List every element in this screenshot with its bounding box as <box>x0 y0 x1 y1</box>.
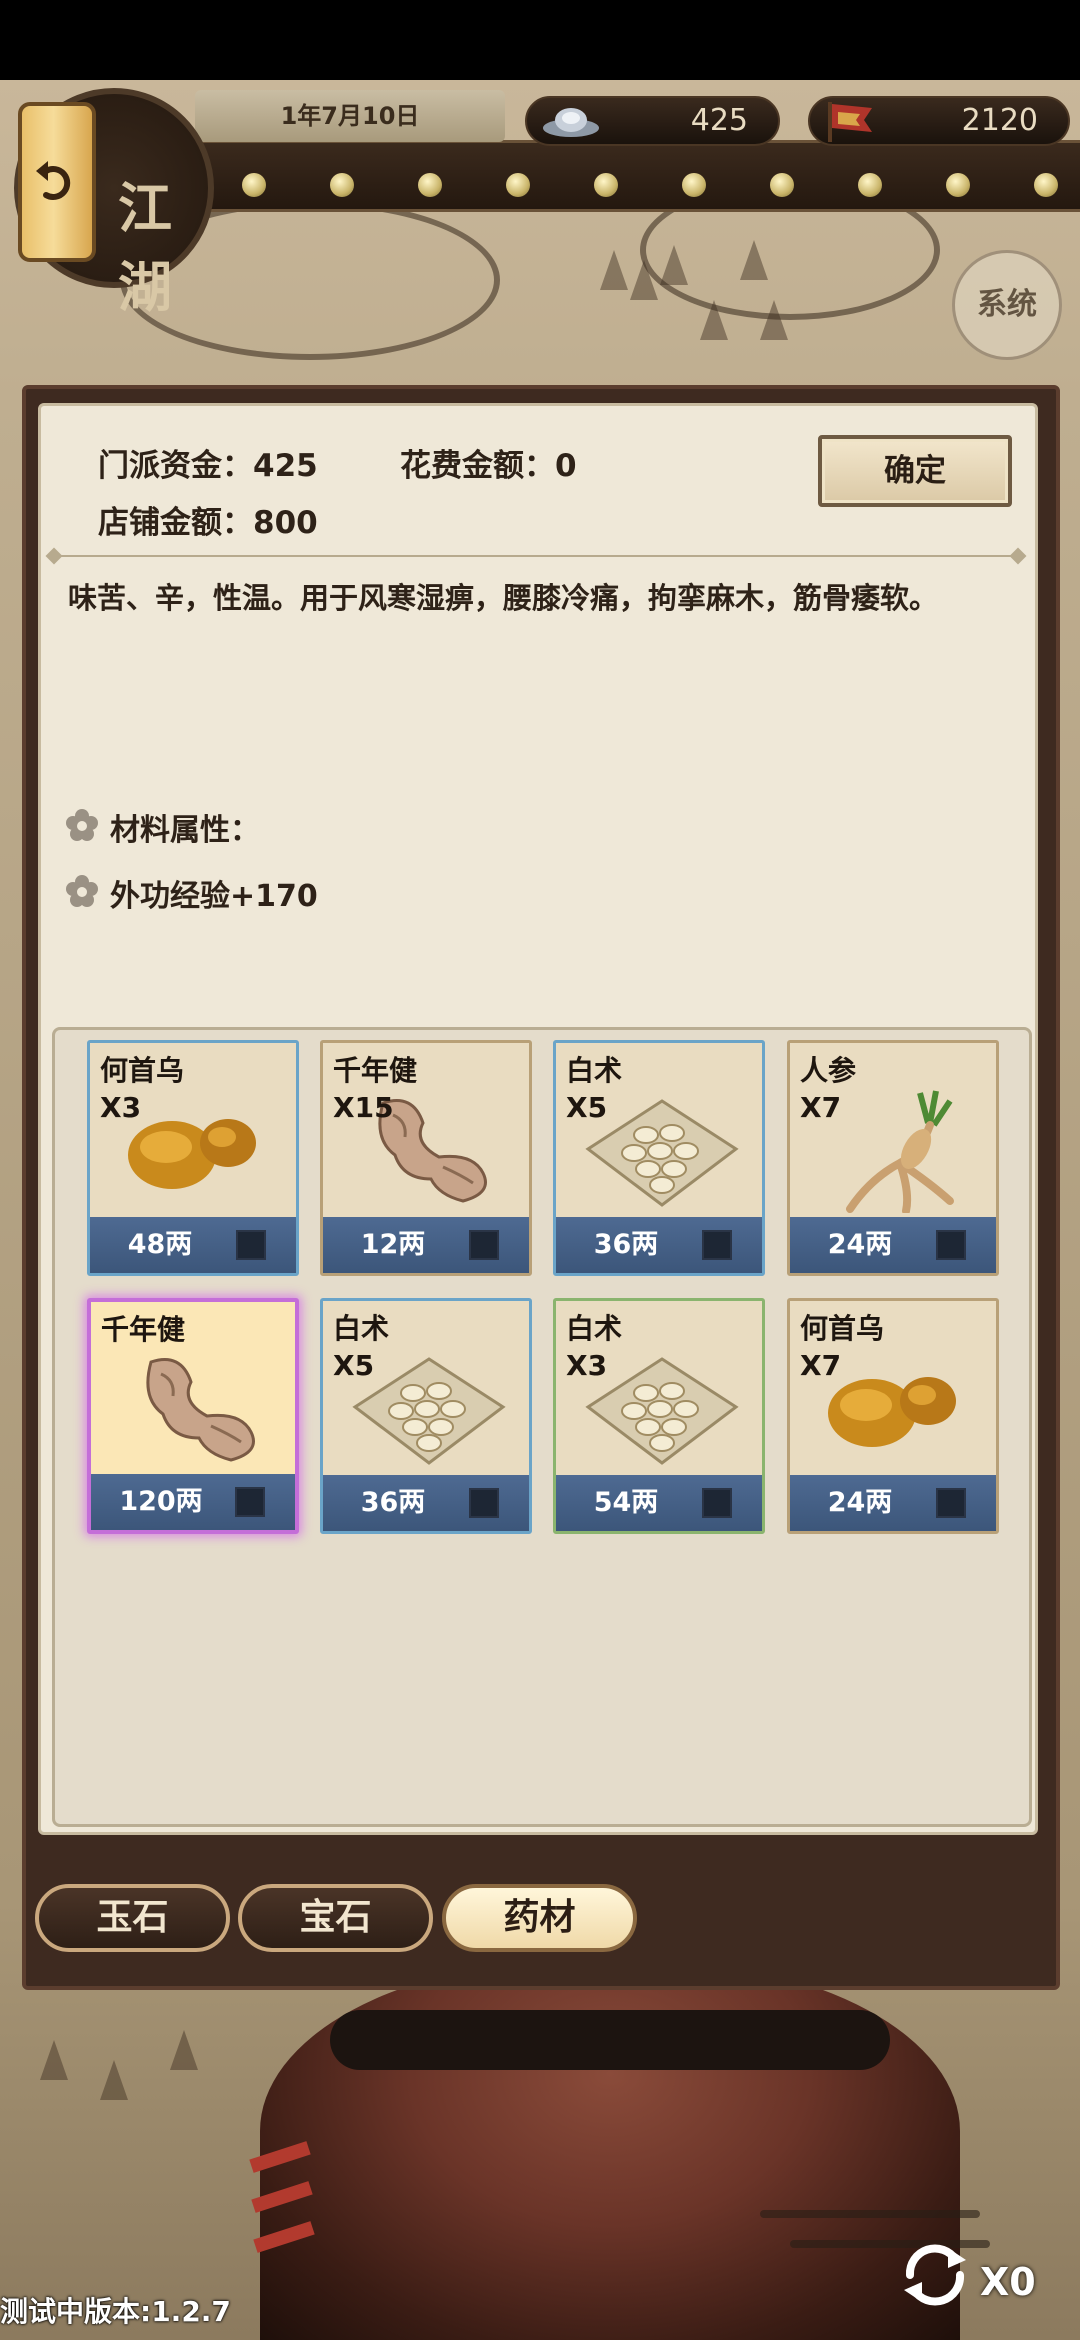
item-price: 24两 <box>827 1229 893 1260</box>
item-select-checkbox[interactable] <box>235 1487 265 1517</box>
item-price: 24两 <box>827 1487 893 1518</box>
prestige-counter: 2120 <box>808 96 1070 146</box>
version-label: 测试中版本:1.2.7 <box>0 2295 231 2328</box>
item-price-bar: 24两 <box>790 1217 996 1273</box>
map-mountain <box>170 2030 198 2070</box>
item-name: 千年健 <box>333 1054 418 1087</box>
decor-stud <box>1034 173 1058 197</box>
item-card[interactable]: 千年健 120两 <box>87 1298 299 1534</box>
item-price-bar: 120两 <box>91 1474 295 1530</box>
character-belt <box>330 2010 890 2070</box>
decor-stud <box>682 173 706 197</box>
map-mountain <box>740 240 768 280</box>
item-price-bar: 36两 <box>323 1475 529 1531</box>
item-price: 12两 <box>360 1229 426 1260</box>
item-quantity: X3 <box>100 1091 142 1124</box>
item-select-checkbox[interactable] <box>936 1488 966 1518</box>
item-quantity: X7 <box>800 1091 842 1124</box>
shop-funds: 店铺金额：800 <box>98 505 318 541</box>
item-card[interactable]: 何首乌 X3 48两 <box>87 1040 299 1276</box>
silver-counter: 425 <box>525 96 780 146</box>
map-mountain <box>660 245 688 285</box>
map-mountain <box>40 2040 68 2080</box>
map-mountain <box>600 250 628 290</box>
system-button[interactable]: 系统 <box>952 250 1062 360</box>
item-price: 120两 <box>119 1486 203 1517</box>
map-mountain <box>700 300 728 340</box>
item-name: 白术 <box>333 1312 390 1345</box>
emblem-text: 江湖 <box>118 176 172 319</box>
root-icon <box>146 1358 255 1462</box>
item-card[interactable]: 白术 X3 54两 <box>553 1298 765 1534</box>
item-select-checkbox[interactable] <box>469 1230 499 1260</box>
top-bar: 1年7月10日 425 2120 江湖 <box>0 80 1080 319</box>
item-quantity: X5 <box>333 1349 375 1382</box>
divider <box>52 555 1020 557</box>
item-price-bar: 12两 <box>323 1217 529 1273</box>
tab-gem[interactable]: 宝石 <box>238 1884 433 1952</box>
silver-value: 425 <box>690 103 748 138</box>
banner-flag-icon <box>828 102 872 142</box>
item-card[interactable]: 人参 X7 24两 <box>787 1040 999 1276</box>
item-select-checkbox[interactable] <box>702 1488 732 1518</box>
back-button[interactable] <box>18 102 96 262</box>
item-quantity: X3 <box>566 1349 608 1382</box>
confirm-button[interactable]: 确定 <box>818 435 1012 507</box>
item-name: 何首乌 <box>800 1312 885 1345</box>
item-card[interactable]: 千年健 X15 12两 <box>320 1040 532 1276</box>
decor-stud <box>770 173 794 197</box>
prestige-value: 2120 <box>961 103 1038 138</box>
tab-herb[interactable]: 药材 <box>442 1884 637 1952</box>
item-price: 36两 <box>360 1487 426 1518</box>
item-price-bar: 24两 <box>790 1475 996 1531</box>
item-select-checkbox[interactable] <box>936 1230 966 1260</box>
item-quantity: X15 <box>333 1091 394 1124</box>
attribute-value: 外功经验+170 <box>110 879 318 914</box>
attribute-title: 材料属性： <box>110 813 260 848</box>
decor-stud <box>858 173 882 197</box>
flower-bullet-icon <box>66 809 98 841</box>
item-name: 白术 <box>566 1312 623 1345</box>
item-select-checkbox[interactable] <box>469 1488 499 1518</box>
map-mountain <box>760 300 788 340</box>
item-price-bar: 48两 <box>90 1217 296 1273</box>
map-mountain <box>630 260 658 300</box>
map-mountain <box>100 2060 128 2100</box>
item-name: 何首乌 <box>100 1054 185 1087</box>
item-price: 48两 <box>127 1229 193 1260</box>
decor-stud <box>946 173 970 197</box>
refresh-counter[interactable]: X0 <box>760 2200 1080 2340</box>
decor-stud <box>594 173 618 197</box>
item-card[interactable]: 何首乌 X7 24两 <box>787 1298 999 1534</box>
item-quantity: X5 <box>566 1091 608 1124</box>
decor-swoosh <box>760 2210 980 2218</box>
decor-stud <box>330 173 354 197</box>
item-description: 味苦、辛，性温。用于风寒湿痹，腰膝冷痛，拘挛麻木，筋骨痿软。 <box>68 581 939 615</box>
item-name: 人参 <box>800 1054 857 1087</box>
item-price: 54两 <box>593 1487 659 1518</box>
item-name: 千年健 <box>101 1313 186 1346</box>
item-card[interactable]: 白术 X5 36两 <box>320 1298 532 1534</box>
item-select-checkbox[interactable] <box>702 1230 732 1260</box>
cost-amount: 花费金额：0 <box>400 448 577 484</box>
silver-ingot-icon <box>543 108 599 137</box>
item-price-bar: 54两 <box>556 1475 762 1531</box>
refresh-count: X0 <box>980 2260 1036 2304</box>
decor-stud <box>242 173 266 197</box>
refresh-icon <box>904 2244 966 2306</box>
item-price-bar: 36两 <box>556 1217 762 1273</box>
game-date: 1年7月10日 <box>195 90 505 142</box>
back-arrow-icon <box>36 161 71 200</box>
item-select-checkbox[interactable] <box>236 1230 266 1260</box>
flower-bullet-icon <box>66 875 98 907</box>
item-price: 36两 <box>593 1229 659 1260</box>
sect-funds: 门派资金：425 <box>98 448 318 484</box>
item-quantity: X7 <box>800 1349 842 1382</box>
decor-stud <box>418 173 442 197</box>
tab-jade[interactable]: 玉石 <box>35 1884 230 1952</box>
item-name: 白术 <box>566 1054 623 1087</box>
decor-stud <box>506 173 530 197</box>
top-bar-strip <box>150 140 1080 212</box>
item-card[interactable]: 白术 X5 36两 <box>553 1040 765 1276</box>
